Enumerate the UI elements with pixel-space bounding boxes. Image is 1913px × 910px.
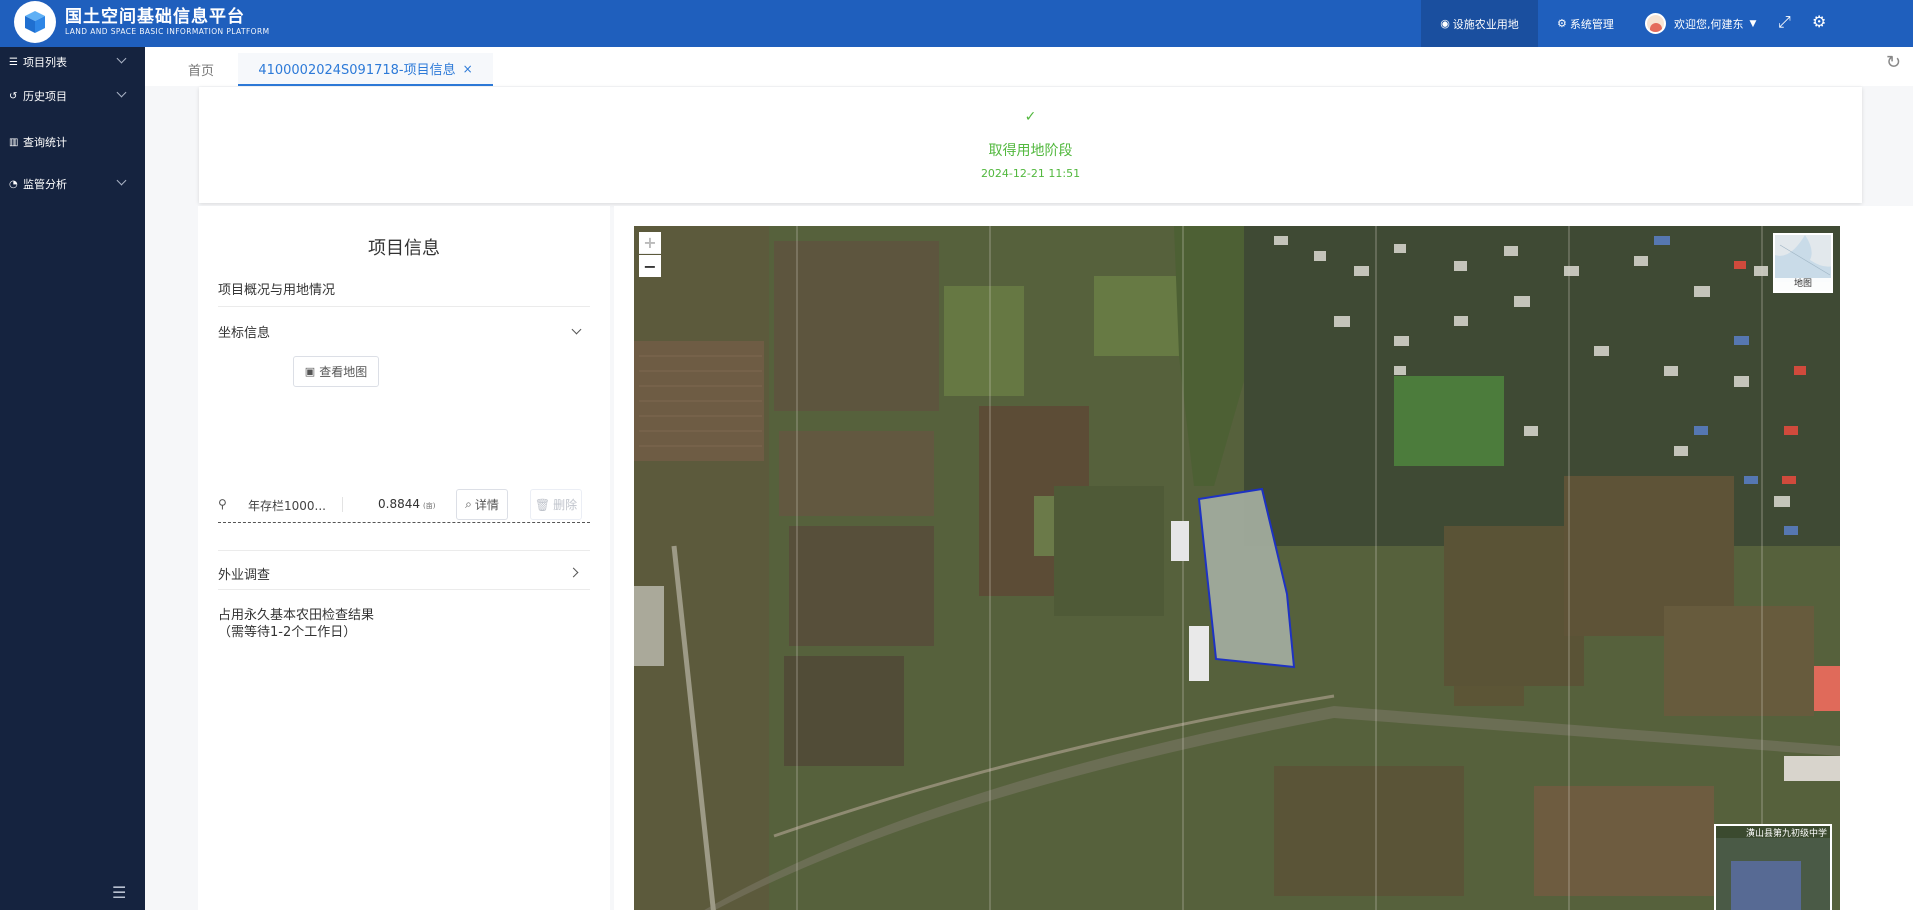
search-icon: ⌕ [465, 497, 472, 511]
parcel-area-unit: (亩) [423, 502, 436, 510]
stage-card: ✓ 取得用地阶段 2024-12-21 11:51 [199, 87, 1862, 203]
parcel-area-value: 0.8844 [378, 497, 420, 511]
analysis-icon: ◔ [9, 178, 18, 190]
nav-facility-agriculture-label: 设施农业用地 [1452, 17, 1519, 31]
sidebar-item-project-list[interactable]: ☰ 项目列表 [0, 51, 145, 73]
basemap-label: 地图 [1775, 278, 1831, 291]
zoom-out-button[interactable]: − [639, 255, 661, 277]
check-icon: ✓ [1024, 109, 1037, 125]
parcel-name: 年存栏1000... [248, 499, 326, 513]
close-icon[interactable]: × [463, 62, 473, 76]
settings-icon[interactable]: ⚙ [1812, 12, 1826, 31]
gears-icon: ⚙ [1557, 17, 1567, 30]
basemap-thumbnail [1775, 235, 1831, 282]
trash-icon: 🗑 [534, 497, 551, 512]
nav-system-management[interactable]: ⚙ 系统管理 [1557, 0, 1614, 47]
sidebar-item-label: 监管分析 [23, 178, 67, 191]
panel-title: 项目信息 [368, 238, 440, 259]
sidebar-item-analysis[interactable]: ◔ 监管分析 [0, 173, 145, 195]
sidebar-item-label: 查询统计 [23, 136, 67, 149]
chevron-down-icon [116, 175, 127, 186]
tab-home[interactable]: 首页 [188, 53, 214, 86]
sidebar-item-label: 历史项目 [23, 90, 67, 103]
location-pin-icon: ⚲ [218, 497, 227, 511]
zoom-in-button[interactable]: + [639, 232, 661, 254]
user-greeting: 欢迎您,何建东 [1674, 17, 1744, 31]
sidebar-item-history[interactable]: ↺ 历史项目 [0, 85, 145, 107]
field-survey-section[interactable]: 外业调查 [218, 564, 270, 583]
chevron-down-icon [116, 87, 127, 98]
bar-chart-icon: ▥ [9, 136, 19, 148]
parcel-row: ⚲ 年存栏1000... 0.8844 (亩) ⌕ 详情 🗑 删除 [218, 486, 590, 523]
brand-subtitle: LAND AND SPACE BASIC INFORMATION PLATFOR… [65, 27, 270, 36]
platform-logo [14, 1, 56, 43]
collapse-menu-icon[interactable]: ☰ [112, 883, 126, 902]
refresh-icon[interactable]: ↻ [1886, 52, 1901, 73]
stage-name: 取得用地阶段 [988, 143, 1073, 159]
target-icon: ◉ [1440, 17, 1450, 30]
cube-logo-icon [25, 11, 45, 33]
delete-button[interactable]: 🗑 删除 [530, 489, 582, 520]
user-menu[interactable]: 欢迎您,何建东 ▼ [1645, 0, 1756, 47]
history-icon: ↺ [9, 90, 18, 102]
tab-project-info[interactable]: 4100002024S091718-项目信息 × [238, 53, 493, 86]
fullscreen-icon[interactable]: ⤢ [1778, 12, 1791, 32]
view-map-button-label: 查看地图 [319, 365, 368, 379]
sidebar-item-label: 项目列表 [23, 56, 67, 69]
main-content: ✓ 取得用地阶段 2024-12-21 11:51 项目信息 项目概况与用地情况… [145, 86, 1913, 910]
sidebar: ☰ 项目列表 ↺ 历史项目 ▥ 查询统计 ◔ 监管分析 ☰ [0, 47, 145, 910]
satellite-map[interactable]: + − 地图 潢山县第九初级中学 [634, 226, 1840, 910]
avatar [1645, 13, 1666, 34]
stage-date: 2024-12-21 11:51 [980, 167, 1081, 180]
overview-map[interactable]: 潢山县第九初级中学 [1714, 824, 1832, 910]
brand-title: 国土空间基础信息平台 [65, 7, 245, 27]
list-icon: ☰ [9, 56, 18, 68]
nav-system-management-label: 系统管理 [1569, 17, 1614, 31]
sidebar-item-statistics[interactable]: ▥ 查询统计 [0, 131, 145, 153]
detail-button[interactable]: ⌕ 详情 [456, 489, 508, 520]
detail-button-label: 详情 [474, 498, 499, 512]
map-panel: + − 地图 潢山县第九初级中学 [614, 206, 1913, 910]
divider [342, 497, 343, 512]
overview-section[interactable]: 项目概况与用地情况 [218, 279, 335, 298]
tab-project-info-label: 4100002024S091718-项目信息 [258, 63, 456, 78]
divider [218, 589, 590, 590]
chevron-down-icon [116, 53, 127, 64]
overview-place-label: 潢山县第九初级中学 [1746, 829, 1828, 839]
parcel-area: 0.8844 (亩) [378, 497, 435, 511]
chevron-right-icon[interactable] [568, 567, 579, 578]
satellite-imagery [634, 226, 1840, 910]
farmland-check-note: （需等待1-2个工作日） [218, 625, 357, 640]
view-map-button[interactable]: ▣ 查看地图 [293, 356, 379, 387]
image-icon: ▣ [304, 365, 316, 378]
project-info-panel: 项目信息 项目概况与用地情况 坐标信息 ▣ 查看地图 ⚲ 年存栏1000... … [198, 206, 610, 910]
coord-section-header[interactable]: 坐标信息 [218, 322, 270, 341]
delete-button-label: 删除 [553, 498, 578, 512]
divider [218, 306, 590, 307]
basemap-toggle[interactable]: 地图 [1773, 233, 1833, 293]
divider [218, 550, 590, 551]
tab-bar: 首页 4100002024S091718-项目信息 × ↻ [145, 47, 1913, 86]
chevron-down-icon: ▼ [1749, 18, 1757, 29]
chevron-down-icon[interactable] [571, 324, 582, 335]
nav-facility-agriculture[interactable]: ◉ 设施农业用地 [1421, 0, 1538, 47]
top-header: 国土空间基础信息平台 LAND AND SPACE BASIC INFORMAT… [0, 0, 1913, 47]
